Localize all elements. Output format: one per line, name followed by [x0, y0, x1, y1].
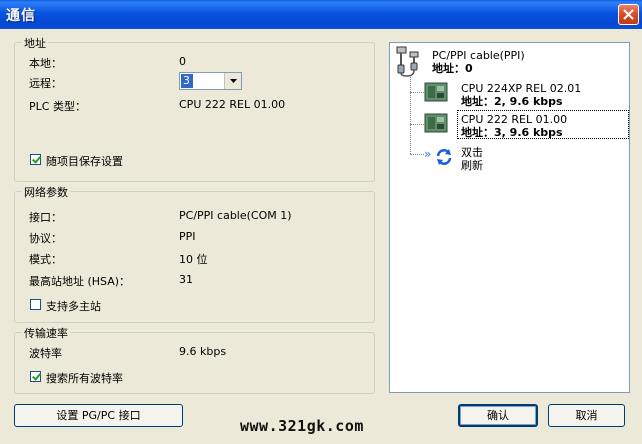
save-with-project-checkbox[interactable] [30, 154, 41, 165]
baud-rate-label: 波特率 [29, 347, 62, 360]
plc-cpu-icon [424, 82, 448, 102]
title-bar[interactable]: 通信 [0, 0, 642, 29]
network-params-legend: 网络参数 [22, 184, 70, 200]
cancel-button[interactable]: 取消 [548, 404, 625, 427]
tree-item-refresh[interactable]: » 双击 刷新 [424, 145, 544, 173]
tree-connector [410, 124, 424, 125]
plc-type-value: CPU 222 REL 01.00 [179, 98, 286, 111]
tree-connector [410, 92, 424, 93]
plc-type-label: PLC 类型： [29, 100, 86, 113]
dropdown-arrow-button[interactable] [224, 73, 241, 89]
double-chevron-icon: » [424, 147, 432, 161]
search-all-baud-checkbox[interactable] [30, 371, 41, 382]
network-tree[interactable]: PC/PPI cable(PPI) 地址：0 CPU 224XP REL 02.… [389, 42, 630, 393]
protocol-value: PPI [179, 230, 196, 243]
plc-cpu-icon [424, 113, 448, 133]
protocol-label: 协议： [29, 232, 62, 245]
multi-master-label[interactable]: 支持多主站 [46, 298, 101, 314]
local-value: 0 [179, 55, 186, 68]
search-all-baud-label[interactable]: 搜索所有波特率 [46, 370, 123, 386]
cable-name: PC/PPI cable(PPI) [432, 49, 525, 62]
close-button[interactable] [618, 4, 639, 25]
hsa-label: 最高站地址 (HSA)： [29, 275, 131, 288]
baud-rate-value: 9.6 kbps [179, 345, 227, 358]
tree-item-device-2[interactable]: CPU 222 REL 01.00 地址：3, 9.6 kbps [424, 111, 624, 139]
device-2-name: CPU 222 REL 01.00 [461, 113, 568, 126]
hsa-value: 31 [179, 273, 193, 286]
address-group-legend: 地址 [22, 35, 48, 51]
watermark-text: www.321gk.com [240, 417, 364, 435]
multi-master-checkbox[interactable] [30, 299, 41, 310]
interface-value: PC/PPI cable(COM 1) [179, 209, 292, 222]
tree-connector [410, 154, 424, 155]
refresh-icon [436, 149, 452, 165]
mode-label: 模式： [29, 253, 62, 266]
local-label: 本地： [29, 57, 62, 70]
baud-rate-legend: 传输速率 [22, 325, 70, 341]
remote-address-select[interactable]: 3 [179, 72, 242, 90]
chevron-down-icon [230, 79, 237, 83]
set-pgpc-interface-button[interactable]: 设置 PG/PC 接口 [14, 404, 183, 427]
tree-item-device-1[interactable]: CPU 224XP REL 02.01 地址：2, 9.6 kbps [424, 80, 624, 108]
pc-ppi-cable-icon [396, 46, 419, 77]
window-title: 通信 [6, 8, 36, 24]
save-with-project-label[interactable]: 随项目保存设置 [46, 153, 123, 169]
remote-address-value: 3 [181, 74, 193, 88]
device-1-name: CPU 224XP REL 02.01 [461, 82, 582, 95]
mode-value: 10 位 [179, 253, 208, 266]
device-2-address: 地址：3, 9.6 kbps [461, 126, 563, 139]
tree-connector [410, 77, 411, 154]
device-1-address: 地址：2, 9.6 kbps [461, 95, 563, 108]
communication-dialog: 通信 地址 本地： 0 远程： 3 PLC 类型： CPU 222 REL 01… [0, 0, 642, 444]
close-icon [623, 9, 634, 20]
refresh-line-2: 刷新 [461, 159, 483, 172]
interface-label: 接口： [29, 211, 62, 224]
cable-address: 地址：0 [432, 62, 473, 75]
remote-label: 远程： [29, 77, 62, 90]
refresh-line-1: 双击 [461, 146, 483, 159]
ok-button[interactable]: 确认 [458, 404, 538, 427]
